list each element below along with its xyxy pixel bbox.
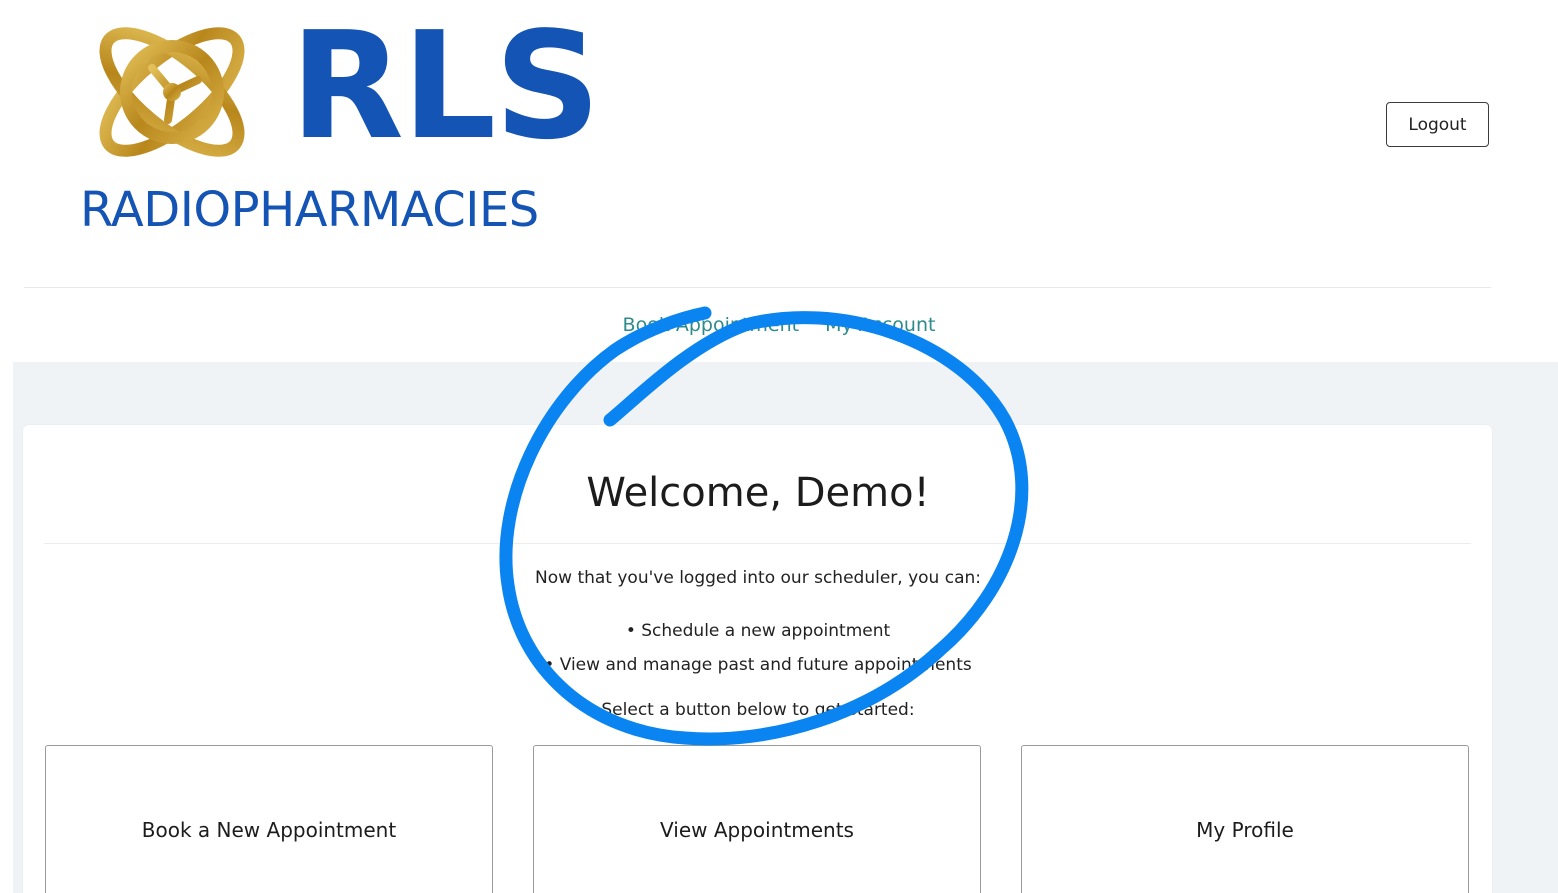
nav-link-my-account[interactable]: My Account [825, 314, 935, 336]
select-prompt: Select a button below to get started: [601, 700, 915, 720]
tile-label: Book a New Appointment [141, 818, 397, 842]
header: RLS RADIOPHARMACIES Logout [0, 0, 1558, 288]
rls-logo[interactable]: RLS RADIOPHARMACIES [78, 0, 638, 246]
logo-subtitle: RADIOPHARMACIES [80, 182, 539, 238]
logout-button[interactable]: Logout [1386, 102, 1489, 147]
logo-wordmark: RLS [290, 0, 601, 172]
list-item: • Schedule a new appointment [625, 621, 891, 641]
welcome-title: Welcome, Demo! [586, 470, 930, 516]
nav-link-book-appointment[interactable]: Book Appointment [623, 314, 800, 336]
view-appointments-tile[interactable]: View Appointments [533, 745, 981, 893]
feature-list: • Schedule a new appointment • View and … [0, 614, 1516, 682]
book-appointment-tile[interactable]: Book a New Appointment [45, 745, 493, 893]
card-divider [44, 543, 1471, 544]
list-item: • View and manage past and future appoin… [544, 655, 972, 675]
header-divider [24, 287, 1491, 288]
my-profile-tile[interactable]: My Profile [1021, 745, 1469, 893]
tile-label: View Appointments [660, 818, 854, 842]
intro-text: Now that you've logged into our schedule… [535, 568, 981, 588]
atom-orbit-logo-icon [99, 27, 245, 157]
page: RLS RADIOPHARMACIES Logout Book Appointm… [0, 0, 1558, 893]
tile-label: My Profile [1196, 818, 1294, 842]
main-nav: Book Appointment My Account [0, 300, 1558, 350]
